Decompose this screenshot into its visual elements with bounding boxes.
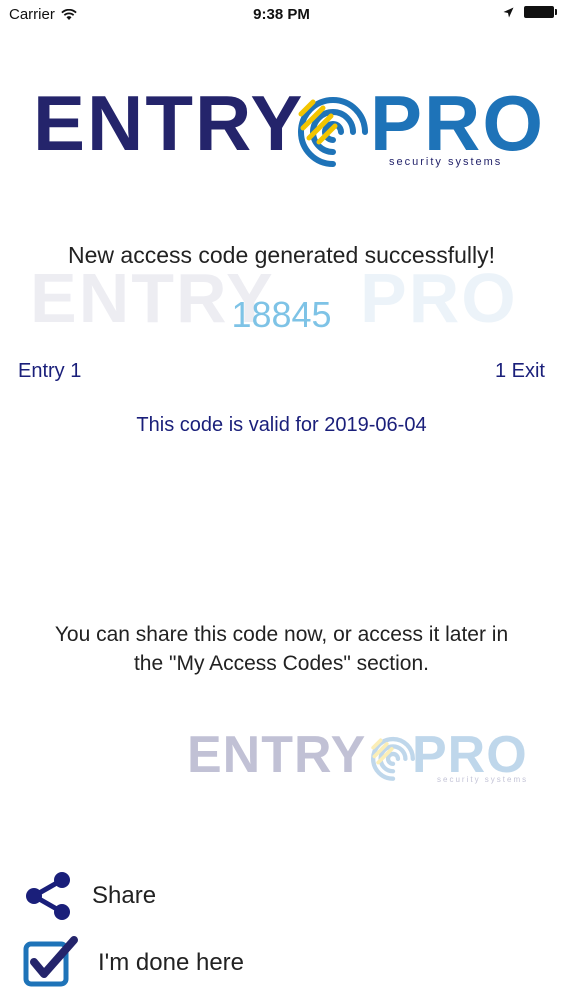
share-icon bbox=[26, 872, 70, 920]
logo-word-entry: ENTRY bbox=[33, 79, 305, 167]
done-label: I'm done here bbox=[98, 949, 245, 976]
share-button[interactable]: Share bbox=[22, 870, 156, 922]
logo-tagline: security systems bbox=[389, 156, 503, 168]
exit-count: 1 Exit bbox=[494, 360, 545, 382]
share-info-text: You can share this code now, or access i… bbox=[0, 620, 563, 678]
location-arrow-icon bbox=[503, 7, 514, 17]
share-info-line-2: the "My Access Codes" section. bbox=[133, 652, 430, 675]
share-info-line-1: You can share this code now, or access i… bbox=[54, 623, 509, 646]
checkbox-checked-icon bbox=[23, 936, 78, 987]
clock: 9:38 PM bbox=[253, 6, 310, 23]
entry-count: Entry 1 bbox=[18, 360, 82, 382]
share-label: Share bbox=[92, 882, 157, 909]
status-right bbox=[503, 6, 557, 18]
footer-logo: ENTRY PRO security systems bbox=[187, 725, 537, 795]
footer-logo-word-entry: ENTRY bbox=[187, 726, 367, 784]
entrypro-logo: ENTRY PRO security systems bbox=[33, 78, 543, 178]
footer-logo-tagline: security systems bbox=[437, 775, 529, 784]
validity-text: This code is valid for 2019-06-04 bbox=[136, 414, 427, 436]
status-bar: Carrier 9:38 PM bbox=[0, 0, 563, 30]
battery-icon bbox=[524, 6, 557, 18]
access-code: 18845 bbox=[231, 294, 332, 335]
fingerprint-icon bbox=[298, 97, 368, 167]
success-message: New access code generated successfully! bbox=[68, 242, 495, 268]
done-button[interactable]: I'm done here bbox=[22, 936, 244, 990]
